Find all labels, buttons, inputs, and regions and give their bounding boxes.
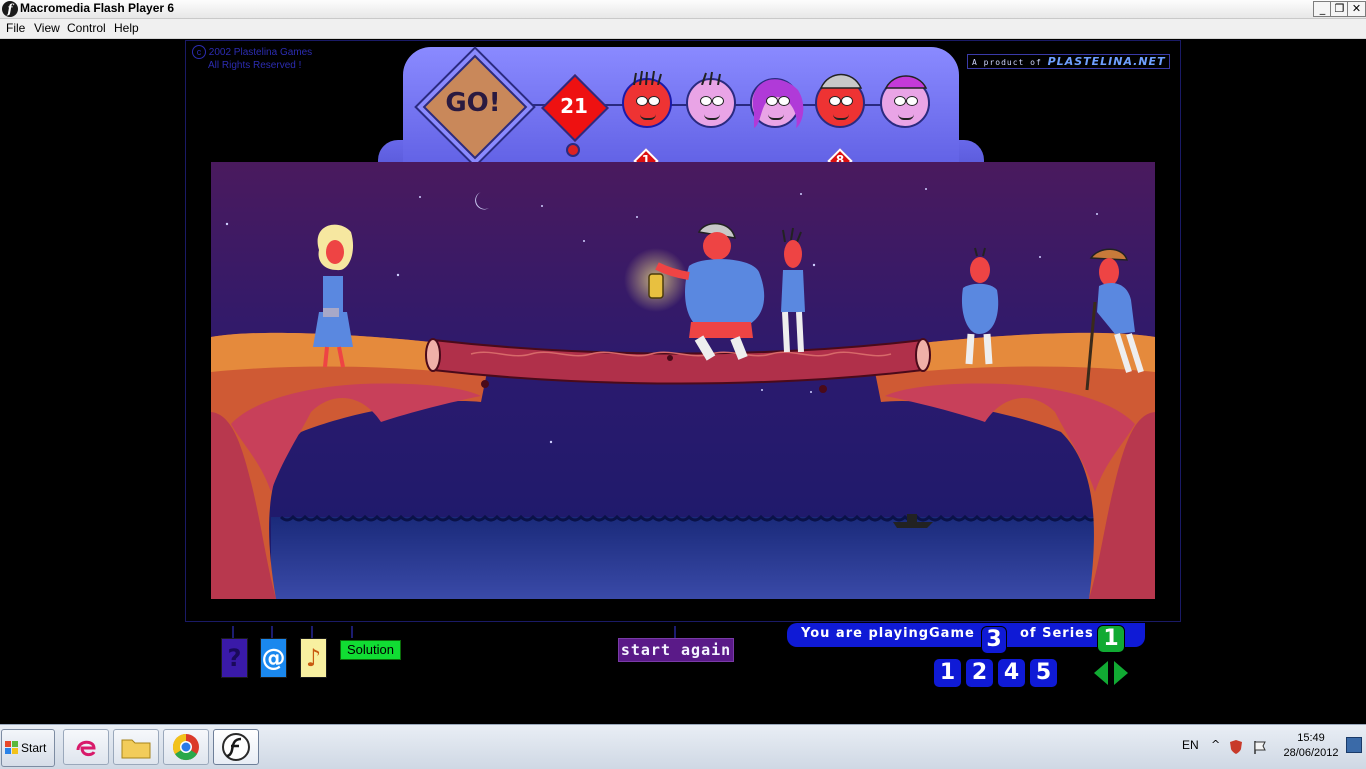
face-grandpa-icon[interactable] [880,75,930,128]
start-button[interactable]: Start [1,729,55,767]
game-select-5[interactable]: 5 [1030,659,1057,687]
current-game-number: 3 [981,626,1007,654]
game-select-4[interactable]: 4 [998,659,1025,687]
clock[interactable]: 15:49 28/06/2012 [1282,731,1340,761]
face-father-icon[interactable] [815,73,865,128]
solution-button[interactable]: Solution [340,640,401,660]
face-boy-icon[interactable] [622,71,672,128]
you-are-playing-label: You are playing [801,626,930,641]
connector-stub [674,626,676,638]
of-series-label: of Series [1020,626,1094,641]
input-language[interactable]: EN [1182,738,1199,752]
clock-time: 15:49 [1297,732,1325,744]
smartchem-taskbar-button[interactable] [63,729,109,765]
lantern-timer-value: 21 [560,94,588,118]
start-label: Start [21,741,47,755]
menu-bar: File View Control Help [0,19,1366,39]
connector-stub [311,626,313,638]
email-button[interactable]: @ [260,638,287,678]
bridge-scene [211,162,1155,599]
flash-app-icon: f [2,1,18,17]
windows-logo-icon [5,741,18,754]
close-button[interactable]: ✕ [1347,1,1366,17]
face-girl-icon[interactable] [686,71,736,128]
product-of-link[interactable]: A product of PLASTELINA.NET [967,54,1170,69]
connector-stub [351,626,353,638]
action-center-flag-icon[interactable] [1252,739,1268,755]
product-prefix: A product of [972,58,1042,67]
game-word-label: Game [929,626,975,641]
clock-date: 28/06/2012 [1283,747,1339,759]
game-select-2[interactable]: 2 [966,659,993,687]
explorer-taskbar-button[interactable] [113,729,159,765]
smartchem-icon [76,740,96,757]
security-shield-icon[interactable] [1228,739,1244,755]
timer-indicator-icon [566,143,580,157]
copyright-line1: 2002 Plastelina Games [208,47,313,58]
menu-help[interactable]: Help [114,21,139,35]
previous-series-arrow-icon[interactable] [1094,661,1108,685]
face-mother-icon[interactable] [750,78,804,128]
show-hidden-icons-icon[interactable]: ^ [1211,738,1220,751]
game-select-1[interactable]: 1 [934,659,961,687]
chrome-icon [172,733,199,761]
chrome-taskbar-button[interactable] [163,729,209,765]
folder-icon [121,739,151,759]
copyright-notice: c 2002 Plastelina Games All Rights Reser… [192,45,312,72]
go-button-label[interactable]: GO! [438,88,508,118]
product-brand: PLASTELINA.NET [1047,55,1166,68]
taskbar: Start EN ^ 15:49 28/06/2012 [0,724,1366,769]
help-button[interactable]: ? [221,638,248,678]
flash-player-taskbar-button[interactable] [213,729,259,765]
connector-stub [271,626,273,638]
menu-file[interactable]: File [6,21,25,35]
menu-view[interactable]: View [34,21,60,35]
current-series-number: 1 [1097,625,1125,653]
flash-player-icon [222,733,250,761]
window-titlebar: f Macromedia Flash Player 6 _ ❐ ✕ [0,0,1366,19]
copyright-line2: All Rights Reserved ! [208,60,302,71]
game-status-bar: You are playing Game of Series [787,623,1145,647]
menu-control[interactable]: Control [67,21,106,35]
window-title: Macromedia Flash Player 6 [20,1,175,15]
start-again-button[interactable]: start again [618,638,734,662]
music-button[interactable]: ♪ [300,638,327,678]
show-desktop-button[interactable] [1346,737,1362,753]
next-series-arrow-icon[interactable] [1114,661,1128,685]
connector-stub [232,626,234,638]
copyright-icon: c [192,45,206,59]
